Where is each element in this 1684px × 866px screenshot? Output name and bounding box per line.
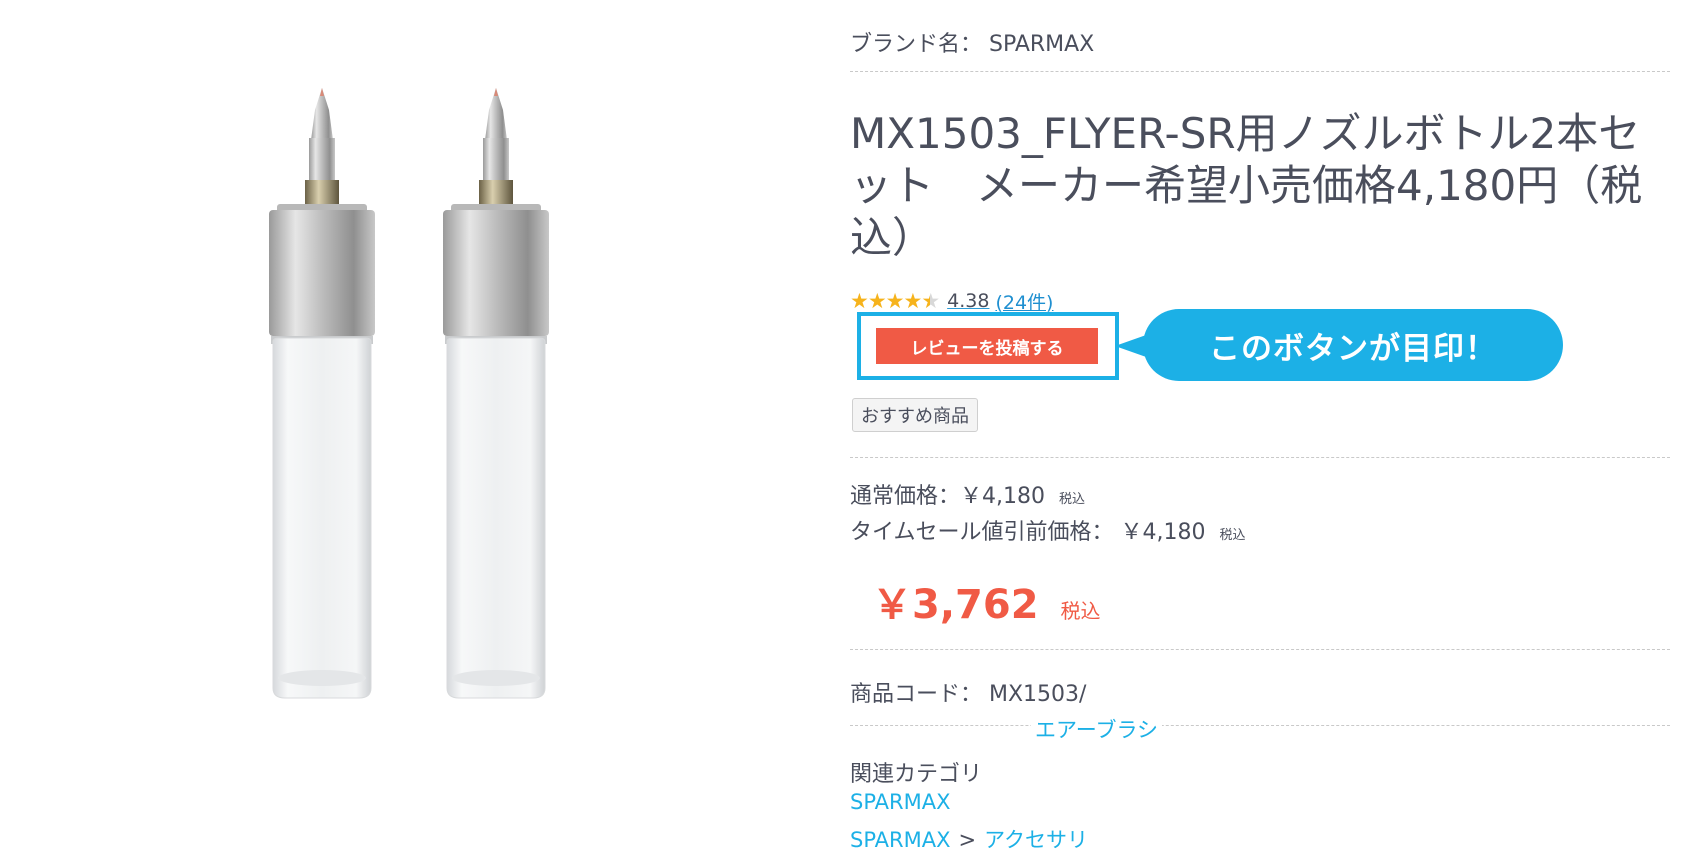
category-link-sparmax-parent[interactable]: SPARMAX [850,828,950,852]
product-title: MX1503_FLYER-SR用ノズルボトル2本セット メーカー希望小売価格4,… [850,109,1643,262]
regular-price: 通常価格：￥4,180 税込 [850,478,1085,510]
timesale-price-tax: 税込 [1219,528,1246,543]
category-link-accessories[interactable]: アクセサリ [984,828,1088,852]
sale-price-tax: 税込 [1060,599,1101,623]
regular-price-label: 通常価格：￥4,180 [850,484,1045,509]
product-image[interactable] [200,80,620,780]
sale-price: ￥3,762 [872,582,1039,628]
star-icon: ★ [921,289,940,313]
divider [850,457,1670,458]
brand-name: ブランド名： SPARMAX [850,32,1095,57]
related-categories-heading: 関連カテゴリ [850,762,983,787]
sale-price-block: ￥3,762 税込 [872,572,1101,630]
divider [850,71,1670,72]
category-breadcrumb: SPARMAX > アクセサリ [850,824,1088,854]
timesale-price-label: タイムセール値引前価格： ￥4,180 [850,520,1206,545]
recommended-tag[interactable]: おすすめ商品 [852,398,978,432]
timesale-price: タイムセール値引前価格： ￥4,180 税込 [850,514,1246,546]
product-code: 商品コード： MX1503/ [850,682,1087,707]
star-icon: ★ [903,289,922,313]
related-link-airbrush[interactable]: エアーブラシ [1031,714,1163,744]
rating-value[interactable]: 4.38 [947,290,989,312]
review-count-link[interactable]: (24件) [995,288,1053,315]
star-rating: ★ ★ ★ ★ ★ [850,289,940,313]
nozzle-bottle-right [411,80,581,700]
breadcrumb-separator: > [958,828,977,852]
callout-bubble: このボタンが目印！ [1143,309,1563,381]
star-icon: ★ [850,289,869,313]
divider [850,725,1670,726]
star-icon: ★ [867,289,887,313]
divider [850,649,1670,650]
review-button-highlight: レビューを投稿する [857,312,1119,380]
nozzle-bottle-left [237,80,407,700]
post-review-button[interactable]: レビューを投稿する [876,328,1098,364]
star-icon: ★ [885,289,905,313]
category-link-sparmax[interactable]: SPARMAX [850,790,950,814]
regular-price-tax: 税込 [1058,492,1085,507]
